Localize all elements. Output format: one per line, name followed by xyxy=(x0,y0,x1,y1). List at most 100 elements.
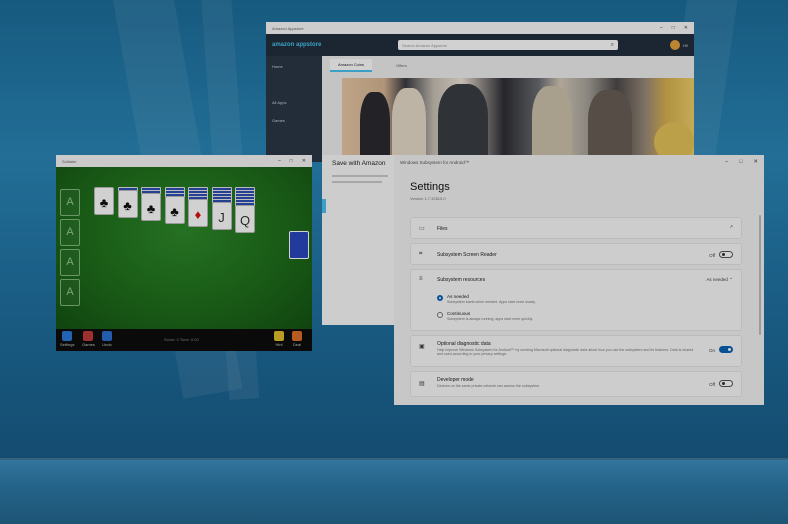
card-suit: ♦ xyxy=(194,207,202,222)
resources-row[interactable]: ≡ Subsystem resources As needed ⌃ As nee… xyxy=(410,269,742,331)
toolbar-hint-button[interactable]: Hint xyxy=(274,331,284,347)
maximize-icon[interactable]: □ xyxy=(739,159,742,165)
solitaire-titlebar[interactable]: Solitaire – □ ✕ xyxy=(56,155,312,167)
amazon-search-input[interactable]: Search Amazon Appstore ⌕ xyxy=(398,40,618,50)
toolbar-undo-button[interactable]: Undo xyxy=(102,331,112,347)
amazon-window-title: Amazon Appstore xyxy=(272,25,304,31)
diagnostics-icon: ▣ xyxy=(419,344,425,350)
amazon-logo[interactable]: amazon appstore xyxy=(272,42,398,48)
solitaire-window-title: Solitaire xyxy=(62,158,77,164)
resources-dropdown[interactable]: As needed ⌃ xyxy=(706,277,733,283)
tableau-card[interactable]: ♦ xyxy=(188,199,208,227)
tableau-card[interactable]: J xyxy=(211,202,232,230)
diagnostics-row[interactable]: ▣ Optional diagnostic data Help improve … xyxy=(410,335,742,367)
screen-reader-row[interactable]: ⌗ Subsystem Screen Reader Off xyxy=(410,243,742,265)
minimize-icon[interactable]: – xyxy=(725,159,728,165)
scrollbar[interactable] xyxy=(759,215,761,335)
card-suit: J xyxy=(218,210,225,225)
card-suit: Q xyxy=(239,213,251,228)
character-figure xyxy=(438,84,488,162)
promo-title: Save with Amazon xyxy=(332,160,386,167)
toolbar-games-button[interactable]: Games xyxy=(82,331,95,347)
minimize-icon[interactable]: – xyxy=(278,158,281,164)
amazon-header: amazon appstore Search Amazon Appstore ⌕… xyxy=(266,34,694,56)
screen-reader-state: Off xyxy=(709,253,715,258)
card-suit: ♣ xyxy=(146,201,156,216)
toolbar-settings-button[interactable]: Settings xyxy=(60,331,74,347)
solitaire-toolbar: Settings Games Undo Hint Deal Score: 0 Time:… xyxy=(56,329,312,351)
solitaire-window[interactable]: Solitaire – □ ✕ A A A A ♣ ♣ ♣ ♣ ♦ J Q Settings Ga… xyxy=(56,155,312,351)
continuous-desc: Subsystem is always running; apps start … xyxy=(447,317,534,321)
amazon-user-menu[interactable]: Hi! xyxy=(670,40,688,50)
games-banner-image[interactable] xyxy=(342,78,694,162)
sidebar-item-games[interactable]: Games xyxy=(272,118,285,123)
game-table[interactable]: A A A A ♣ ♣ ♣ ♣ ♦ J Q xyxy=(56,167,312,329)
diagnostics-toggle[interactable] xyxy=(719,346,733,353)
tableau-card[interactable]: ♣ xyxy=(117,190,138,218)
amazon-titlebar[interactable]: Amazon Appstore – □ ✕ xyxy=(266,22,694,34)
minimize-icon[interactable]: – xyxy=(660,25,663,31)
tab-amazon-coins[interactable]: Amazon Coins xyxy=(330,58,373,72)
radio-as-needed[interactable] xyxy=(437,295,443,301)
screen-reader-toggle[interactable] xyxy=(719,251,733,258)
stock-pile[interactable] xyxy=(289,231,309,259)
close-icon[interactable]: ✕ xyxy=(302,158,306,164)
sidebar-item-all-apps[interactable]: All Apps xyxy=(272,100,286,105)
developer-mode-row[interactable]: ▤ Developer mode Devices on the same pri… xyxy=(410,371,742,397)
screen-reader-icon: ⌗ xyxy=(419,251,423,257)
developer-desc: Devices on the same private network can … xyxy=(437,384,541,388)
search-icon[interactable]: ⌕ xyxy=(611,42,614,49)
sidebar-item-home[interactable]: Home xyxy=(272,64,283,69)
tab-offers[interactable]: Offers xyxy=(388,60,415,71)
page-title: Settings xyxy=(410,181,450,193)
maximize-icon[interactable]: □ xyxy=(290,158,293,164)
developer-icon: ▤ xyxy=(419,381,425,387)
version-text: Version 1.7.32815.0 xyxy=(410,196,446,201)
foundation-slot[interactable]: A xyxy=(60,249,80,276)
tableau-card[interactable]: Q xyxy=(235,205,255,233)
screen-reader-label: Subsystem Screen Reader xyxy=(437,252,497,258)
foundation-slot[interactable]: A xyxy=(60,279,80,306)
files-row[interactable]: ▭ Files ↗ xyxy=(410,217,742,239)
tableau-card[interactable]: ♣ xyxy=(164,196,185,224)
character-figure xyxy=(588,90,632,162)
toolbar-label: Undo xyxy=(102,342,112,347)
amazon-user-label: Hi! xyxy=(683,42,688,48)
files-label: Files xyxy=(437,226,448,232)
close-icon[interactable]: ✕ xyxy=(753,159,758,165)
foundation-slot[interactable]: A xyxy=(60,219,80,246)
close-icon[interactable]: ✕ xyxy=(684,25,688,31)
maximize-icon[interactable]: □ xyxy=(672,25,675,31)
radio-continuous[interactable] xyxy=(437,312,443,318)
toolbar-label: Settings xyxy=(60,342,75,347)
toolbar-deal-button[interactable]: Deal xyxy=(292,331,302,347)
chevron-up-icon: ⌃ xyxy=(729,277,733,282)
wsa-settings-window[interactable]: Windows Subsystem for Android™ – □ ✕ Setti… xyxy=(394,155,764,405)
diagnostics-desc: Help improve Windows Subsystem for Andro… xyxy=(437,348,694,357)
search-placeholder: Search Amazon Appstore xyxy=(402,42,448,48)
amazon-appstore-window[interactable]: Amazon Appstore – □ ✕ amazon appstore Sear… xyxy=(266,22,694,162)
deal-icon xyxy=(292,331,302,341)
tableau-card[interactable]: ♣ xyxy=(141,193,161,221)
folder-icon: ▭ xyxy=(419,226,425,232)
developer-label: Developer mode xyxy=(437,377,474,383)
toolbar-label: Deal xyxy=(292,342,302,347)
card-suit: ♣ xyxy=(99,195,109,210)
desktop-floor xyxy=(0,460,788,524)
amazon-main: Amazon Coins Offers xyxy=(322,56,694,162)
settings-titlebar[interactable]: Windows Subsystem for Android™ – □ ✕ xyxy=(394,155,764,169)
avatar[interactable] xyxy=(670,40,681,50)
developer-toggle[interactable] xyxy=(719,380,733,387)
diagnostics-state: On xyxy=(708,348,715,353)
character-figure xyxy=(392,88,426,162)
external-link-icon[interactable]: ↗ xyxy=(729,224,733,230)
lightbulb-icon xyxy=(274,331,284,341)
undo-icon xyxy=(102,331,112,341)
panel-accent xyxy=(322,199,326,213)
developer-state: Off xyxy=(709,382,715,387)
sliders-icon: ≡ xyxy=(419,276,423,282)
toolbar-label: Games xyxy=(82,342,95,347)
cards-icon xyxy=(83,331,94,341)
foundation-slot[interactable]: A xyxy=(60,189,80,216)
tableau-card[interactable]: ♣ xyxy=(94,187,114,215)
